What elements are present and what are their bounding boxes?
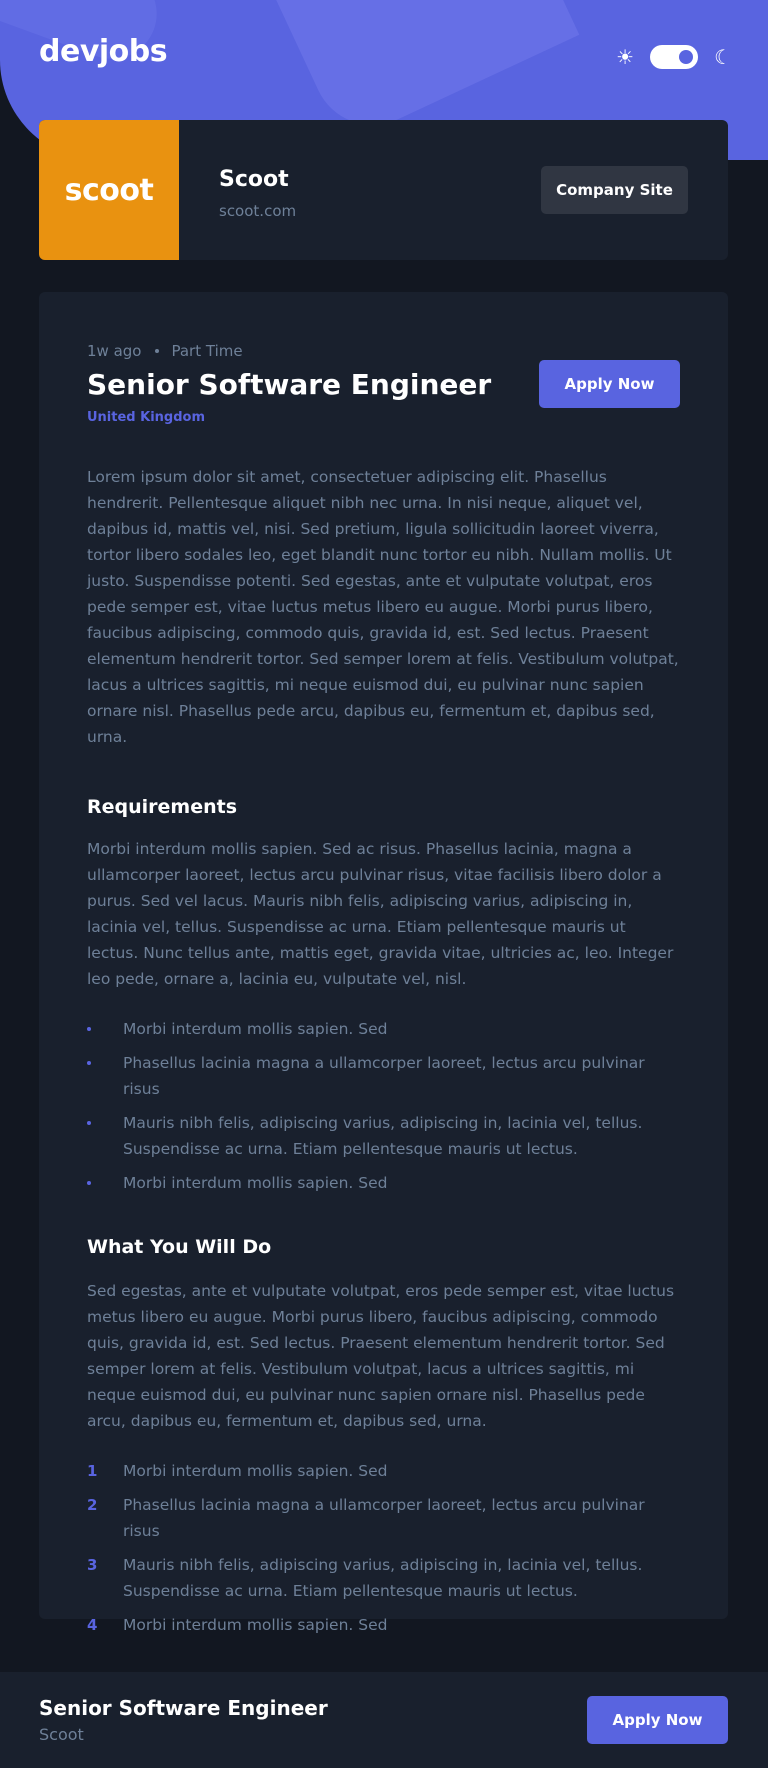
company-website: scoot.com	[219, 202, 297, 220]
job-details: 1w ago Part Time Senior Software Enginee…	[39, 292, 728, 1634]
list-item: Morbi interdum mollis sapien. Sed	[87, 1016, 680, 1042]
list-number: 4	[87, 1616, 98, 1634]
bullet-icon	[87, 1121, 91, 1125]
job-body: Lorem ipsum dolor sit amet, consectetuer…	[87, 464, 680, 1646]
footer-job-title: Senior Software Engineer	[39, 1696, 328, 1720]
company-logo: scoot	[39, 120, 179, 260]
footer-apply-now-button[interactable]: Apply Now	[587, 1696, 728, 1744]
company-card: scoot Scoot scoot.com Company Site	[39, 120, 728, 260]
list-item-text: Morbi interdum mollis sapien. Sed	[123, 1462, 388, 1480]
job-meta: 1w ago Part Time	[87, 342, 243, 360]
list-number: 2	[87, 1496, 98, 1514]
bullet-icon	[87, 1181, 91, 1185]
devjobs-logo[interactable]: devjobs	[39, 34, 168, 69]
list-item-text: Morbi interdum mollis sapien. Sed	[123, 1020, 388, 1038]
list-number: 3	[87, 1556, 98, 1574]
footer-bar: Senior Software Engineer Scoot Apply Now	[0, 1672, 768, 1768]
list-item-text: Mauris nibh felis, adipiscing varius, ad…	[123, 1114, 643, 1158]
job-description: Lorem ipsum dolor sit amet, consectetuer…	[87, 468, 679, 746]
contract-type: Part Time	[171, 342, 243, 360]
role-text: Sed egestas, ante et vulputate volutpat,…	[87, 1282, 675, 1430]
list-item: Phasellus lacinia magna a ullamcorper la…	[87, 1050, 680, 1102]
switch-knob	[679, 50, 694, 64]
apply-now-button[interactable]: Apply Now	[539, 360, 680, 408]
posted-time: 1w ago	[87, 342, 142, 360]
footer-company-name: Scoot	[39, 1725, 84, 1744]
requirements-heading: Requirements	[87, 796, 238, 818]
requirements-list: Morbi interdum mollis sapien. Sed Phasel…	[87, 1016, 680, 1196]
sun-icon: ☀	[616, 45, 635, 69]
list-item-text: Morbi interdum mollis sapien. Sed	[123, 1174, 388, 1192]
list-item: 2 Phasellus lacinia magna a ullamcorper l…	[87, 1492, 680, 1544]
bullet-icon	[87, 1061, 91, 1065]
list-item: Mauris nibh felis, adipiscing varius, ad…	[87, 1110, 680, 1162]
job-detail-page: devjobs ☀ ☾ scoot Scoot scoot.com Compan…	[0, 0, 768, 1768]
separator-dot	[155, 349, 160, 353]
list-number: 1	[87, 1462, 98, 1480]
company-site-button[interactable]: Company Site	[541, 166, 688, 214]
company-name: Scoot	[219, 167, 289, 192]
moon-icon: ☾	[714, 45, 732, 69]
requirements-text: Morbi interdum mollis sapien. Sed ac ris…	[87, 840, 674, 988]
list-item: 3 Mauris nibh felis, adipiscing varius, a…	[87, 1552, 680, 1604]
role-list: 1 Morbi interdum mollis sapien. Sed 2 Phas…	[87, 1458, 680, 1638]
list-item-text: Morbi interdum mollis sapien. Sed	[123, 1616, 388, 1634]
theme-switch[interactable]	[650, 45, 699, 69]
role-heading: What You Will Do	[87, 1236, 272, 1258]
theme-toggle: ☀ ☾	[616, 45, 732, 69]
list-item-text: Phasellus lacinia magna a ullamcorper la…	[123, 1054, 645, 1098]
list-item-text: Mauris nibh felis, adipiscing varius, ad…	[123, 1556, 643, 1600]
bullet-icon	[87, 1027, 91, 1031]
list-item: Morbi interdum mollis sapien. Sed	[87, 1170, 680, 1196]
list-item: 1 Morbi interdum mollis sapien. Sed	[87, 1458, 680, 1484]
list-item-text: Phasellus lacinia magna a ullamcorper la…	[123, 1496, 645, 1540]
job-location: United Kingdom	[87, 410, 206, 425]
job-title: Senior Software Engineer	[87, 368, 492, 401]
list-item: 4 Morbi interdum mollis sapien. Sed	[87, 1612, 680, 1638]
